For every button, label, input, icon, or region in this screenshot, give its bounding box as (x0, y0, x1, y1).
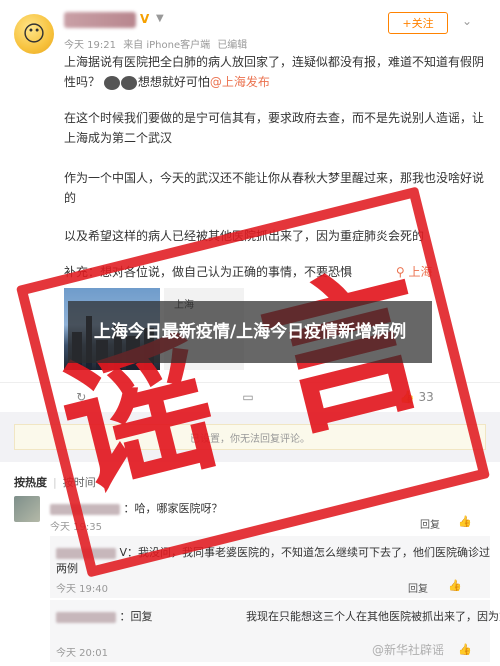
comment-icon: ▭ (242, 389, 254, 404)
location-pin-icon: ⚲ (395, 265, 405, 279)
comment-button[interactable]: ▭ (167, 383, 334, 410)
post-time: 今天 19:21 (64, 40, 116, 51)
reply-1-text-a: V：我没问，我同事老婆医院的，不知道怎么继续可下去了，他们医院确诊过两例 (56, 546, 491, 575)
comment-sort-tabs: 按热度 | 按时间 (14, 476, 96, 489)
share-icon: ↻ (76, 389, 87, 404)
reply-2-text-cont: 我现在只能想这三个人在其他医院被抓出来了，因为重症肺炎不看是会死的 (246, 610, 500, 623)
commenter-name-blurred[interactable] (50, 503, 120, 515)
comment-restricted-notice: 已设置，你无法回复评论。 (14, 424, 486, 450)
user-avatar[interactable]: 😶 (14, 14, 54, 54)
username-blurred[interactable] (64, 12, 136, 28)
replier-name-blurred[interactable] (56, 547, 116, 559)
post-meta: 今天 19:21 来自 iPhone客户端 已编辑 (64, 36, 251, 51)
post-para1-tail: 想想就好可怕 (137, 75, 210, 89)
comment-1-like-icon[interactable]: 👍 (458, 515, 472, 528)
post-para5-text: 补充：想对各位说，做自己认为正确的事情，不要恐惧 (64, 265, 353, 279)
weibo-post-screenshot: 😶 V ▼ 今天 19:21 来自 iPhone客户端 已编辑 +关注 ⌄ 上海… (0, 0, 500, 666)
comment-1-reply-button[interactable]: 回复 (420, 516, 440, 531)
reply-2-time: 今天 20:01 (56, 648, 108, 659)
reply-1-reply-button[interactable]: 回复 (408, 580, 428, 595)
reply-1: V：我没问，我同事老婆医院的，不知道怎么继续可下去了，他们医院确诊过两例 (56, 544, 500, 576)
post-paragraph-2: 在这个时候我们要做的是宁可信其有，要求政府去查，而不是先说别人造谣，让上海成为第… (64, 111, 485, 145)
comment-1-text: ：哈，哪家医院呀？ (123, 502, 223, 515)
tab-by-hot[interactable]: 按热度 (14, 476, 47, 489)
post-edited: 已编辑 (217, 40, 248, 51)
post-paragraph-4: 以及希望这样的病人已经被其他医院抓出来了，因为重症肺炎会死的 (64, 229, 425, 243)
like-count: 33 (418, 389, 434, 404)
emoji-icon (103, 75, 120, 90)
post-action-bar: ↻ ▭ 👍 33 (0, 382, 500, 410)
reply-1-time: 今天 19:40 (56, 584, 108, 595)
tab-by-time[interactable]: 按时间 (63, 476, 96, 489)
post-paragraph-3: 作为一个中国人，今天的武汉还不能让你从春秋大梦里醒过来，那我也没啥好说的 (64, 171, 485, 205)
like-icon: 👍 (399, 389, 415, 404)
mention-link[interactable]: @上海发布 (210, 75, 270, 89)
like-button[interactable]: 👍 33 (333, 383, 500, 410)
reply-2: ：回复 (56, 608, 153, 624)
post-source: 来自 iPhone客户端 (123, 40, 211, 51)
share-button[interactable]: ↻ (0, 383, 167, 410)
emoji-icon (120, 75, 137, 90)
comment-1: ：哈，哪家医院呀？ (50, 500, 223, 516)
vip-badge-icon: V (140, 12, 150, 26)
more-options-icon[interactable]: ⌄ (462, 14, 472, 28)
post-paragraph-1: 上海据说有医院把全白肺的病人放回家了，连疑似都没有报，难道不知道有假阴性吗？ 想… (64, 52, 484, 92)
replier-name-blurred[interactable] (56, 611, 116, 623)
chevron-down-icon[interactable]: ▼ (156, 13, 164, 24)
reply-2-like-icon[interactable]: 👍 (458, 643, 472, 656)
reply-2-text: ：回复 (119, 610, 153, 623)
post-paragraph-5: 补充：想对各位说，做自己认为正确的事情，不要恐惧 ⚲ 上海 (64, 262, 484, 282)
commenter-avatar[interactable] (14, 496, 40, 522)
reply-1-like-icon[interactable]: 👍 (448, 579, 462, 592)
watermark: @新华社辟谣 (372, 643, 445, 657)
location-label: 上海 (408, 265, 433, 279)
follow-button[interactable]: +关注 (388, 12, 448, 34)
location-link[interactable]: ⚲ 上海 (396, 265, 433, 279)
headline-banner: 上海今日最新疫情/上海今日疫情新增病例 (68, 301, 432, 363)
comment-1-time: 今天 19:35 (50, 522, 102, 533)
